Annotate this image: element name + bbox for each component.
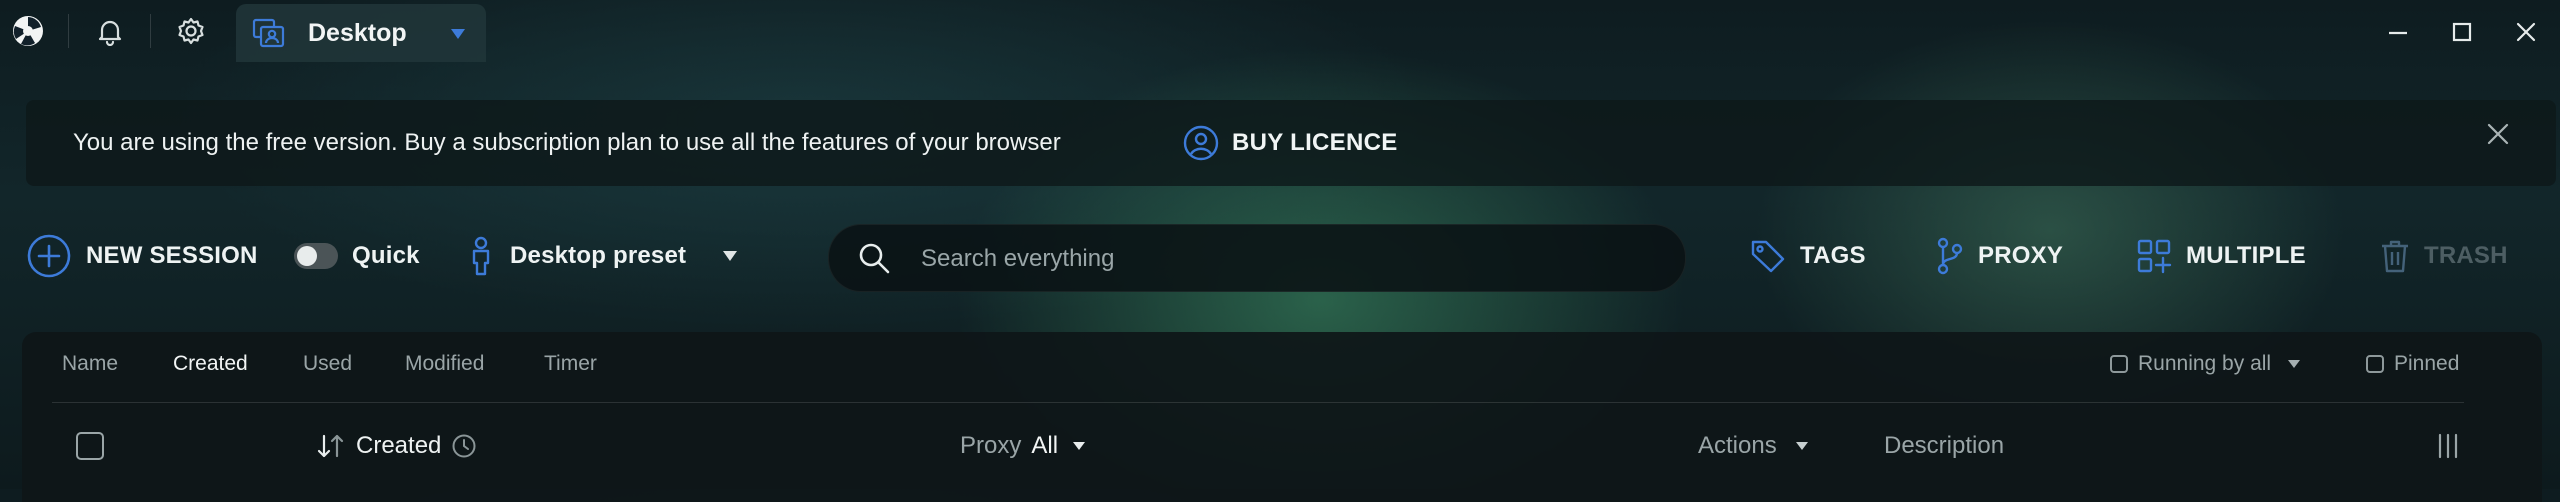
app-logo-icon[interactable] xyxy=(10,13,46,49)
running-by-all-filter[interactable]: Running by all xyxy=(2110,352,2301,376)
proxy-column-value: All xyxy=(1031,432,1059,459)
proxy-column-label: Proxy xyxy=(960,432,1022,459)
multiple-button[interactable]: MULTIPLE xyxy=(2136,231,2306,281)
proxy-label: PROXY xyxy=(1978,242,2064,269)
proxy-branch-icon xyxy=(1936,237,1964,275)
trash-icon xyxy=(2380,238,2410,274)
close-icon[interactable] xyxy=(2508,14,2544,50)
minimize-icon[interactable] xyxy=(2380,14,2416,50)
tab-desktop[interactable]: Desktop xyxy=(236,4,486,62)
created-column-header[interactable]: Created xyxy=(316,428,477,464)
actions-column-dropdown[interactable]: Actions xyxy=(1698,428,1809,464)
title-bar: Desktop xyxy=(0,0,2560,62)
search-input[interactable] xyxy=(919,237,1643,281)
maximize-icon[interactable] xyxy=(2444,14,2480,50)
caret-down-icon[interactable] xyxy=(1795,441,1809,451)
banner-message: You are using the free version. Buy a su… xyxy=(73,129,1061,156)
titlebar-separator xyxy=(150,14,151,48)
quick-toggle[interactable]: Quick xyxy=(294,231,420,281)
preset-label: Desktop preset xyxy=(510,242,687,269)
tab-label: Desktop xyxy=(308,19,407,47)
plus-circle-icon xyxy=(26,233,72,279)
caret-down-icon[interactable] xyxy=(450,28,466,40)
clock-icon xyxy=(451,433,477,459)
pinned-checkbox[interactable] xyxy=(2366,355,2384,373)
sort-tab-used[interactable]: Used xyxy=(303,352,352,376)
pinned-label: Pinned xyxy=(2394,352,2460,375)
preset-select[interactable]: Desktop preset xyxy=(466,231,738,281)
new-session-button[interactable]: NEW SESSION xyxy=(26,231,258,281)
columns-settings-icon[interactable] xyxy=(2434,432,2462,460)
caret-down-icon[interactable] xyxy=(722,250,738,262)
actions-column-label: Actions xyxy=(1698,432,1777,459)
quick-switch[interactable] xyxy=(294,243,338,269)
quick-label: Quick xyxy=(352,242,420,269)
description-column-header[interactable]: Description xyxy=(1884,428,2004,464)
proxy-button[interactable]: PROXY xyxy=(1936,231,2063,281)
multiple-label: MULTIPLE xyxy=(2186,242,2306,269)
desktop-profile-icon xyxy=(252,18,286,48)
sort-tab-created[interactable]: Created xyxy=(173,352,248,376)
trash-button[interactable]: TRASH xyxy=(2380,231,2508,281)
buy-licence-label: BUY LICENCE xyxy=(1232,129,1398,156)
description-column-label: Description xyxy=(1884,432,2005,459)
pinned-filter[interactable]: Pinned xyxy=(2366,352,2459,376)
free-version-banner: You are using the free version. Buy a su… xyxy=(26,100,2556,186)
tags-button[interactable]: TAGS xyxy=(1750,231,1866,281)
titlebar-separator xyxy=(68,14,69,48)
created-column-label: Created xyxy=(356,432,442,459)
buy-licence-button[interactable]: BUY LICENCE xyxy=(1182,123,1398,163)
panel-divider xyxy=(52,402,2464,403)
sort-tab-name[interactable]: Name xyxy=(62,352,118,376)
bell-icon[interactable] xyxy=(92,13,128,49)
trash-label: TRASH xyxy=(2424,242,2508,269)
search-bar[interactable] xyxy=(828,224,1686,292)
running-label: Running by all xyxy=(2138,352,2272,375)
select-all-checkbox[interactable] xyxy=(76,432,104,460)
running-checkbox[interactable] xyxy=(2110,355,2128,373)
sort-tab-timer[interactable]: Timer xyxy=(544,352,597,376)
grid-plus-icon xyxy=(2136,238,2172,274)
tags-label: TAGS xyxy=(1800,242,1866,269)
caret-down-icon[interactable] xyxy=(2287,359,2301,369)
proxy-column-filter[interactable]: Proxy All xyxy=(960,428,1086,464)
new-session-label: NEW SESSION xyxy=(86,242,258,269)
sort-tab-modified[interactable]: Modified xyxy=(405,352,484,376)
sort-arrows-icon[interactable] xyxy=(316,433,346,459)
tag-icon xyxy=(1750,238,1786,274)
close-icon[interactable] xyxy=(2478,114,2518,154)
search-icon xyxy=(857,241,891,275)
user-circle-icon xyxy=(1182,124,1220,162)
person-icon xyxy=(466,235,496,277)
caret-down-icon[interactable] xyxy=(1072,441,1086,451)
gear-icon[interactable] xyxy=(173,13,209,49)
